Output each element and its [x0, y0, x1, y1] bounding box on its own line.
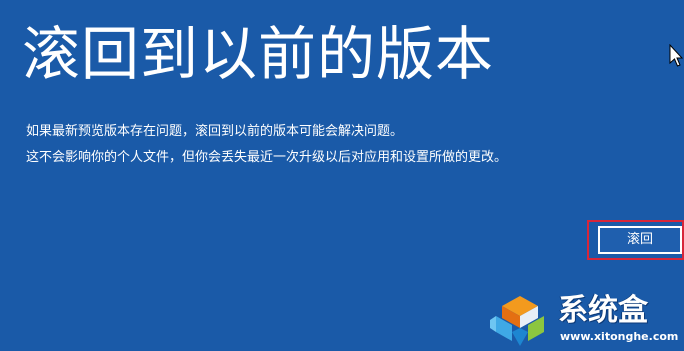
mouse-cursor-icon: [669, 44, 683, 67]
watermark-url: www.xitonghe.com: [560, 330, 679, 343]
watermark-brand-name: 系统盒: [558, 293, 648, 328]
watermark: 系统盒 www.xitonghe.com: [488, 292, 684, 351]
cube-logo-icon: [490, 296, 544, 346]
rollback-button[interactable]: 滚回: [598, 226, 682, 254]
description-line-1: 如果最新预览版本存在问题，滚回到以前的版本可能会解决问题。: [26, 124, 404, 139]
description-line-2: 这不会影响你的个人文件，但你会丢失最近一次升级以后对应用和设置所做的更改。: [26, 150, 508, 165]
page-title: 滚回到以前的版本: [22, 20, 495, 88]
